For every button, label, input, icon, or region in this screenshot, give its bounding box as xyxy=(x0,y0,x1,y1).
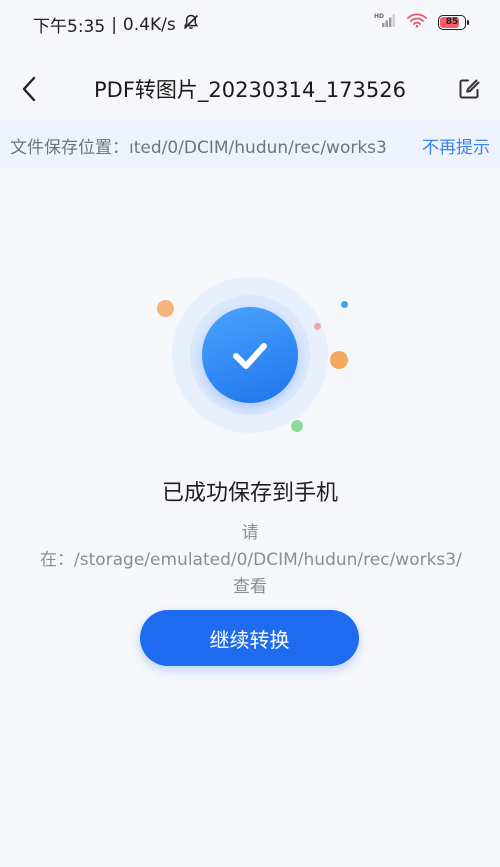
edit-button[interactable] xyxy=(456,76,482,102)
battery-icon: 85 xyxy=(438,14,469,30)
check-circle-icon xyxy=(202,307,298,403)
decor-dot-orange-right xyxy=(330,351,348,369)
dont-show-again-link[interactable]: 不再提示 xyxy=(416,133,490,158)
decor-dot-orange-left xyxy=(157,300,174,317)
save-location-text: 文件保存位置：ıted/0/DCIM/hudun/rec/works3 xyxy=(10,133,405,158)
view-link[interactable]: 查看 xyxy=(233,577,267,597)
save-location-banner: 文件保存位置：ıted/0/DCIM/hudun/rec/works3 不再提示 xyxy=(0,120,500,168)
bell-off-icon xyxy=(182,13,200,36)
status-network-speed: 0.4K/s xyxy=(122,14,176,35)
signal-icon: HD xyxy=(374,12,396,32)
checkmark-icon xyxy=(233,343,267,369)
continue-convert-button[interactable]: 继续转换 xyxy=(140,610,359,666)
save-location-label: 文件保存位置： xyxy=(10,138,129,158)
status-separator: | xyxy=(111,14,117,35)
hd-label: HD xyxy=(374,13,384,20)
saved-path-value: /storage/emulated/0/DCIM/hudun/rec/works… xyxy=(74,550,462,570)
decor-dot-pink xyxy=(314,323,321,330)
decor-dot-green xyxy=(291,420,303,432)
status-bar: 下午5:35 | 0.4K/s HD 85 xyxy=(0,0,500,44)
saved-path-text: 请在：/storage/emulated/0/DCIM/hudun/rec/wo… xyxy=(40,520,462,601)
header: PDF转图片_20230314_173526 xyxy=(0,60,500,118)
battery-level: 85 xyxy=(445,17,459,27)
wifi-icon xyxy=(406,12,428,32)
decor-dot-blue xyxy=(341,301,348,308)
status-right: HD 85 xyxy=(374,12,469,32)
save-location-path: ıted/0/DCIM/hudun/rec/works3 xyxy=(129,138,387,158)
edit-icon xyxy=(459,79,480,99)
page-title: PDF转图片_20230314_173526 xyxy=(94,78,406,102)
success-illustration xyxy=(150,275,350,445)
success-title: 已成功保存到手机 xyxy=(161,481,338,506)
status-left: 下午5:35 | 0.4K/s xyxy=(33,12,200,37)
status-time: 下午5:35 xyxy=(33,17,106,37)
page: 下午5:35 | 0.4K/s HD 85 PDF转图片_20230314_17… xyxy=(0,0,500,867)
chevron-left-icon xyxy=(22,76,36,102)
back-button[interactable] xyxy=(14,72,44,106)
